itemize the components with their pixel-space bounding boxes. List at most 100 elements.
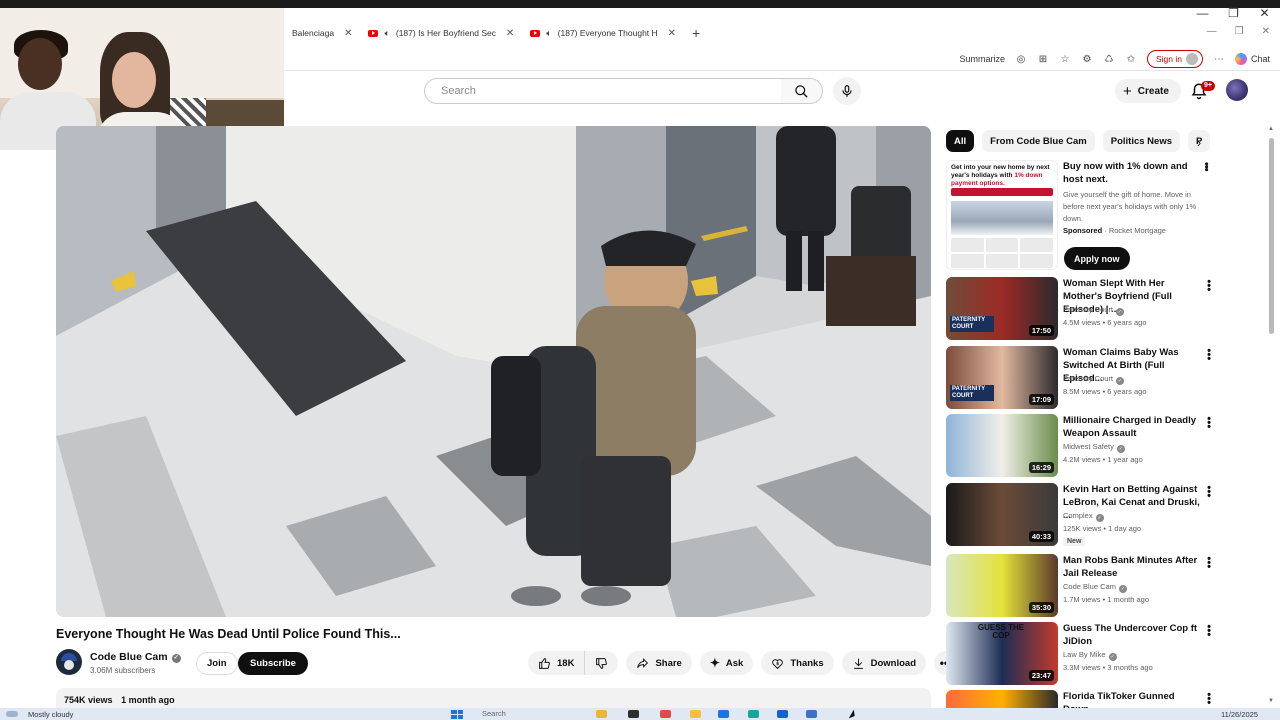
signin-label: Sign in: [1155, 54, 1182, 64]
chip-politics-news[interactable]: Politics News: [1102, 130, 1180, 152]
ask-button[interactable]: ✦ Ask: [699, 651, 754, 675]
video-player[interactable]: [56, 126, 931, 617]
ad-sponsor-line: Sponsored · Rocket Mortgage: [1063, 226, 1166, 235]
windows-start-icon[interactable]: [451, 710, 463, 719]
extensions-icon[interactable]: ⚙: [1081, 53, 1093, 65]
restore-icon[interactable]: ❐: [1235, 26, 1244, 37]
tab-everyone-thought[interactable]: 🔈︎ (187) Everyone Thought He ✕: [522, 20, 685, 46]
more-vert-icon[interactable]: • • •: [1205, 554, 1213, 573]
video-thumbnail[interactable]: PATERNITY COURT 17:09: [946, 346, 1058, 409]
like-count: 18K: [557, 657, 575, 669]
chip-from-channel[interactable]: From Code Blue Cam: [982, 130, 1095, 152]
share-arrow-icon: [637, 657, 649, 668]
speaker-muted-icon[interactable]: 🔈︎: [384, 28, 389, 39]
join-button[interactable]: Join: [196, 652, 238, 675]
close-window-button[interactable]: ✕: [1249, 6, 1280, 20]
dislike-button[interactable]: [585, 651, 618, 675]
subscriber-count: 3.06M subscribers: [90, 666, 156, 675]
minimize-button[interactable]: —: [1187, 6, 1218, 20]
scrollbar-thumb[interactable]: [1269, 138, 1274, 334]
voice-search-button[interactable]: [833, 77, 861, 105]
copilot-icon[interactable]: ◎: [1015, 53, 1027, 65]
create-label: Create: [1137, 85, 1169, 97]
recommendation-title[interactable]: Man Robs Bank Minutes After Jail Release: [1063, 554, 1201, 580]
outlook-app-icon[interactable]: [777, 710, 788, 718]
chat-button[interactable]: Chat: [1234, 53, 1270, 65]
recommendation-item[interactable]: 16:29 Millionaire Charged in Deadly Weapo…: [946, 414, 1236, 478]
recommendation-channel[interactable]: Midwest Safety ✓: [1063, 442, 1125, 453]
maximize-button[interactable]: ❐: [1218, 6, 1249, 20]
video-thumbnail[interactable]: PATERNITY COURT 17:50: [946, 277, 1058, 340]
favorite-star-icon[interactable]: ☆: [1059, 53, 1071, 65]
more-vert-icon[interactable]: • • •: [1205, 277, 1213, 296]
chevron-right-icon[interactable]: ›: [1189, 132, 1209, 152]
download-button[interactable]: Download: [841, 651, 926, 675]
more-vert-icon[interactable]: • • •: [1205, 346, 1213, 365]
ad-thumbnail[interactable]: Get into your new home by next year's ho…: [946, 160, 1058, 270]
notifications-count-badge: 9+: [1201, 81, 1215, 91]
more-vert-icon[interactable]: • • •: [1205, 690, 1213, 709]
video-thumbnail[interactable]: 40:33: [946, 483, 1058, 546]
page-scrollbar[interactable]: ▲ ▼: [1268, 126, 1276, 706]
signin-button[interactable]: Sign in: [1146, 50, 1203, 68]
scroll-down-icon[interactable]: ▼: [1268, 698, 1274, 704]
recommendation-channel[interactable]: Law By Mike ✓: [1063, 650, 1117, 661]
edge-app-icon[interactable]: [748, 710, 759, 718]
recommendation-item[interactable]: PATERNITY COURT 17:09 Woman Claims Baby Wa…: [946, 346, 1236, 410]
app-available-icon[interactable]: ⊞: [1037, 53, 1049, 65]
apply-now-button[interactable]: Apply now: [1064, 247, 1130, 270]
like-button[interactable]: 18K: [528, 651, 586, 675]
thanks-button[interactable]: $ Thanks: [761, 651, 834, 675]
close-icon[interactable]: ✕: [506, 28, 514, 39]
folder-app-icon[interactable]: [690, 710, 701, 718]
search-button[interactable]: [781, 78, 823, 104]
recommendation-channel[interactable]: Code Blue Cam ✓: [1063, 582, 1127, 593]
store-app-icon[interactable]: [718, 710, 729, 718]
close-icon[interactable]: ✕: [1262, 26, 1270, 37]
new-tab-plus-icon[interactable]: +: [684, 25, 708, 41]
video-thumbnail[interactable]: GUESS THE COP 23:47: [946, 622, 1058, 685]
ad-menu-icon[interactable]: •••: [1200, 162, 1212, 171]
recommendation-item[interactable]: 35:30 Man Robs Bank Minutes After Jail Re…: [946, 554, 1236, 618]
close-icon[interactable]: ✕: [344, 28, 352, 39]
chip-all[interactable]: All: [946, 130, 975, 152]
tab-balenciaga[interactable]: Balenciaga ✕: [284, 20, 360, 46]
favorites-icon[interactable]: ✩: [1125, 53, 1137, 65]
more-options-icon[interactable]: ⋯: [1213, 53, 1225, 65]
close-icon[interactable]: ✕: [668, 28, 676, 39]
video-thumbnail[interactable]: 16:29: [946, 414, 1058, 477]
recommendation-channel[interactable]: Paternity Court ✓: [1063, 305, 1125, 316]
recommendation-title[interactable]: Guess The Undercover Cop ft JiDion: [1063, 622, 1201, 648]
recommendation-channel[interactable]: Paternity Court ✓: [1063, 374, 1125, 385]
recommendation-item[interactable]: 40:33 Kevin Hart on Betting Against LeBro…: [946, 483, 1236, 547]
recommendation-channel[interactable]: Complex ✓: [1063, 511, 1104, 522]
create-button[interactable]: + Create: [1115, 79, 1181, 103]
recommendation-title[interactable]: Millionaire Charged in Deadly Weapon Ass…: [1063, 414, 1201, 440]
search-input[interactable]: Search: [424, 78, 782, 104]
more-vert-icon[interactable]: • • •: [1205, 622, 1213, 641]
browser-essentials-icon[interactable]: ♺: [1103, 53, 1115, 65]
recommendation-item[interactable]: GUESS THE COP 23:47 Guess The Undercover C…: [946, 622, 1236, 686]
browser-app-icon[interactable]: [660, 710, 671, 718]
tab-boyfriend-secret[interactable]: 🔈︎ (187) Is Her Boyfriend Secret ✕: [360, 20, 522, 46]
video-thumbnail[interactable]: 35:30: [946, 554, 1058, 617]
photos-app-icon[interactable]: [806, 710, 817, 718]
weather-label[interactable]: Mostly cloudy: [28, 710, 73, 719]
subscribe-button[interactable]: Subscribe: [238, 652, 308, 675]
scroll-up-icon[interactable]: ▲: [1268, 126, 1274, 132]
summarize-button[interactable]: Summarize: [959, 54, 1005, 64]
more-vert-icon[interactable]: • • •: [1205, 414, 1213, 433]
account-avatar[interactable]: [1226, 79, 1248, 101]
ad-title[interactable]: Buy now with 1% down and host next.: [1063, 160, 1203, 186]
speaker-icon[interactable]: 🔈︎: [546, 28, 551, 39]
channel-avatar[interactable]: [56, 649, 82, 675]
terminal-icon[interactable]: [628, 710, 639, 718]
more-vert-icon[interactable]: • • •: [1205, 483, 1213, 502]
recommendation-item[interactable]: PATERNITY COURT 17:50 Woman Slept With Her…: [946, 277, 1236, 341]
minimize-icon[interactable]: —: [1207, 26, 1217, 37]
file-explorer-icon[interactable]: [596, 710, 607, 718]
weather-cloud-icon: [6, 711, 18, 717]
share-button[interactable]: Share: [626, 651, 692, 675]
channel-name[interactable]: Code Blue Cam ✓: [90, 651, 181, 663]
taskbar-search[interactable]: Search: [482, 709, 506, 718]
